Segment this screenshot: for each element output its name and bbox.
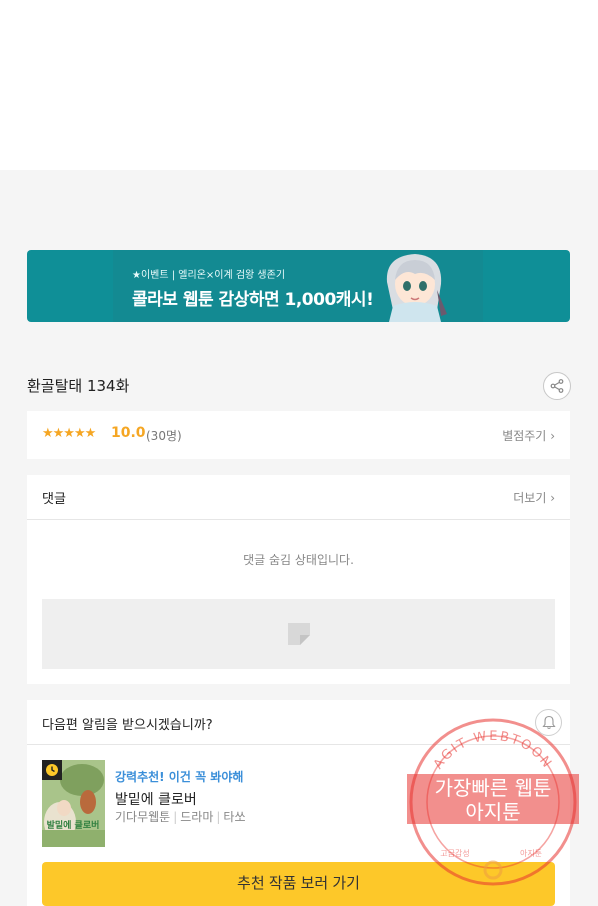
meta-type: 기다무웹툰 xyxy=(115,810,171,824)
watermark-ring-text: AGIT WEBTOON xyxy=(431,729,553,772)
rate-label: 별점주기 xyxy=(502,429,547,443)
more-label: 더보기 xyxy=(513,491,547,505)
rating-card: ★★★★★ 10.0 (30명) 별점주기 › xyxy=(27,411,570,459)
episode-title: 환골탈태 134화 xyxy=(27,377,130,395)
recommend-tag: 강력추천! 이건 꼭 봐야해 xyxy=(115,770,244,784)
watermark-line1: 가장빠른 웹툰 xyxy=(435,776,552,800)
chevron-right-icon: › xyxy=(550,491,555,505)
rating-score: 10.0 xyxy=(111,425,146,441)
meta-divider: | xyxy=(173,810,178,824)
comment-more-button[interactable]: 더보기 › xyxy=(513,489,555,506)
comment-hidden-message: 댓글 숨김 상태입니다. xyxy=(243,553,354,567)
comment-title: 댓글 xyxy=(42,492,66,507)
meta-genre: 드라마 xyxy=(180,810,214,824)
watermark-bottom-left: 고급감성 xyxy=(440,848,469,858)
banner-subtitle: ★이벤트 | 엘리온×이계 검왕 생존기 xyxy=(132,270,286,281)
notify-question: 다음편 알림을 받으시겠습니까? xyxy=(42,718,213,733)
ad-placeholder xyxy=(42,599,555,669)
comment-header: 댓글 더보기 › xyxy=(27,475,570,520)
banner-title: 콜라보 웹툰 감상하면 1,000캐시! xyxy=(132,290,374,310)
recommend-meta: 기다무웹툰 | 드라마 | 타쏘 xyxy=(115,808,246,825)
character-illustration-icon xyxy=(386,254,447,322)
clock-icon xyxy=(46,764,58,776)
chevron-right-icon: › xyxy=(550,429,555,443)
watermark-line2: 아지툰 xyxy=(465,800,520,824)
thumb-title: 발밑에 클로버 xyxy=(47,819,100,831)
meta-author: 타쏘 xyxy=(223,810,246,824)
event-banner[interactable]: ★이벤트 | 엘리온×이계 검왕 생존기 콜라보 웹툰 감상하면 1,000캐시… xyxy=(27,250,570,322)
recommend-thumbnail[interactable]: 발밑에 클로버 xyxy=(42,760,105,847)
rating-stars: ★★★★★ xyxy=(42,426,96,441)
watermark-logo-icon xyxy=(483,860,503,880)
comment-card: 댓글 더보기 › 댓글 숨김 상태입니다. xyxy=(27,475,570,684)
meta-divider: | xyxy=(216,810,221,824)
watermark-bottom-right: 아지툰 xyxy=(520,848,542,858)
recommend-title[interactable]: 발밑에 클로버 xyxy=(115,789,197,809)
watermark-stamp: AGIT WEBTOON 가장빠른 웹툰 아지툰 고급감성 아지툰 xyxy=(407,718,579,886)
share-button[interactable] xyxy=(543,372,571,400)
share-icon xyxy=(550,379,564,393)
wait-free-badge xyxy=(42,760,62,780)
top-blank-area xyxy=(0,0,598,170)
rate-button[interactable]: 별점주기 › xyxy=(502,427,555,444)
rating-count: (30명) xyxy=(146,429,182,443)
svg-text:AGIT WEBTOON: AGIT WEBTOON xyxy=(431,729,555,772)
placeholder-image-icon xyxy=(288,623,310,645)
